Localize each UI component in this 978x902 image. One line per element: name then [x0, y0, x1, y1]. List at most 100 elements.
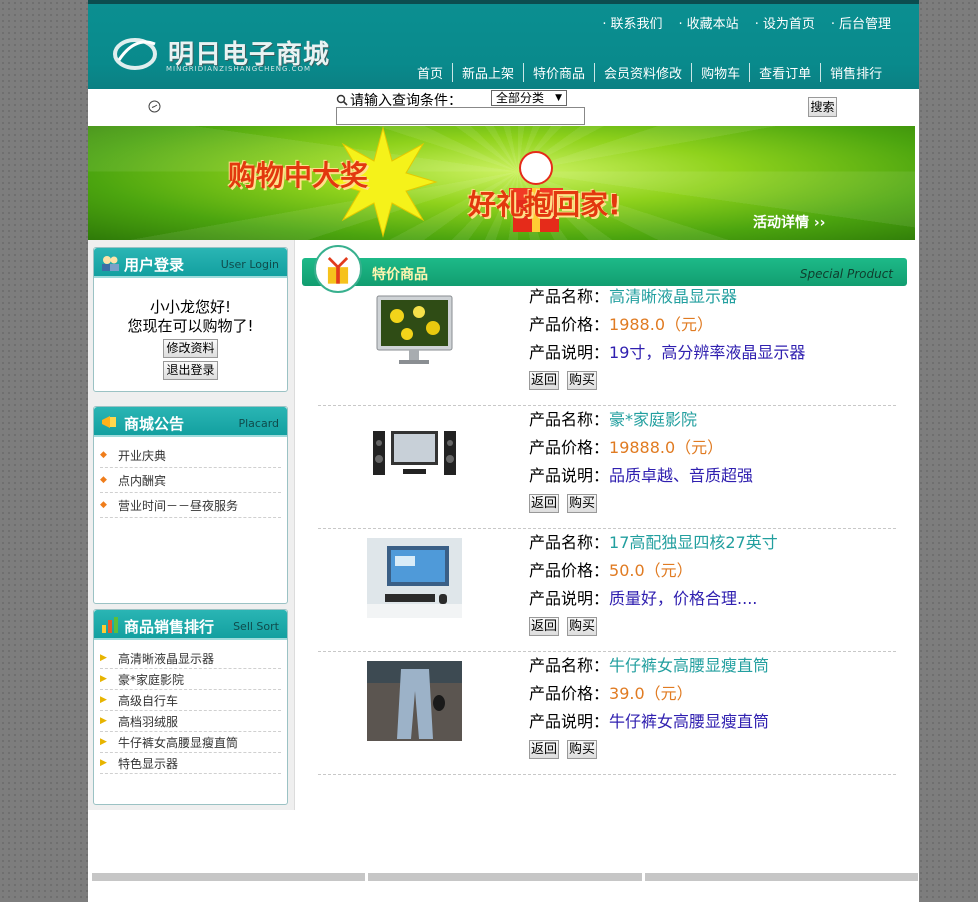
ranking-item-label: 特色显示器 — [118, 756, 179, 771]
page: 明日电子商城 MINGRIDIANZISHANGCHENG.COM 联系我们 收… — [88, 0, 919, 902]
product-actions: 返回 购买 — [529, 740, 598, 759]
search-input[interactable] — [336, 107, 585, 125]
buy-button[interactable]: 购买 — [567, 617, 598, 636]
link-set-homepage[interactable]: 设为首页 — [755, 13, 815, 32]
ranking-item[interactable]: ▶ 特色显示器 — [100, 753, 281, 774]
notice-item[interactable]: ◆ 营业时间－－昼夜服务 — [100, 493, 281, 518]
product-price-label: 产品价格： — [529, 315, 610, 334]
banner-subheadline: 好礼抱回家! — [468, 188, 621, 221]
ranking-title: 商品销售排行 — [124, 618, 215, 636]
nav-orders[interactable]: 查看订单 — [749, 63, 820, 82]
notice-panel-header: 商城公告 Placard — [94, 407, 287, 437]
main-nav: 首页 新品上架 特价商品 会员资料修改 购物车 查看订单 销售排行 — [408, 63, 891, 82]
nav-home[interactable]: 首页 — [408, 63, 452, 82]
footer-segment — [92, 873, 366, 881]
ranking-item[interactable]: ▶ 高档羽绒服 — [100, 711, 281, 732]
search-bar: 请输入查询条件： 全部分类 ▼ 搜索 — [88, 89, 919, 126]
product-item: 产品名称：17高配独显四核27英寸 产品价格：50.0（元） 产品说明：质量好，… — [318, 529, 896, 652]
banner-headline: 购物中大奖 — [228, 159, 369, 192]
ranking-panel: 商品销售排行 Sell Sort ▶ 高清晰液晶显示器 ▶ 豪*家庭影院 ▶ 高级自行… — [93, 609, 288, 805]
product-desc: 19寸，高分辨率液晶显示器 — [609, 343, 806, 362]
link-bookmark[interactable]: 收藏本站 — [679, 13, 739, 32]
back-button[interactable]: 返回 — [529, 371, 560, 390]
bullet-icon: ◆ — [100, 475, 107, 485]
buy-button[interactable]: 购买 — [567, 740, 598, 759]
back-button[interactable]: 返回 — [529, 494, 560, 513]
category-select[interactable]: 全部分类 ▼ — [491, 90, 567, 106]
ranking-item[interactable]: ▶ 高清晰液晶显示器 — [100, 648, 281, 669]
notice-item-label: 点内酬宾 — [118, 473, 167, 488]
notice-item[interactable]: ◆ 开业庆典 — [100, 443, 281, 468]
arrow-right-icon: ▶ — [100, 695, 107, 705]
arrow-right-icon: ▶ — [100, 674, 107, 684]
back-button[interactable]: 返回 — [529, 740, 560, 759]
product-actions: 返回 购买 — [529, 371, 598, 390]
logout-button[interactable]: 退出登录 — [163, 361, 218, 380]
jeans-image — [367, 661, 462, 741]
product-name-label: 产品名称： — [529, 287, 610, 306]
promo-banner[interactable]: 购物中大奖 好礼抱回家! 活动详情 ›› — [88, 126, 915, 240]
product-name[interactable]: 牛仔裤女高腰显瘦直筒 — [609, 656, 769, 675]
product-name[interactable]: 豪*家庭影院 — [609, 410, 697, 429]
ranking-panel-header: 商品销售排行 Sell Sort — [94, 610, 287, 640]
logo-subtext: MINGRIDIANZISHANGCHENG.COM — [166, 65, 312, 73]
search-icon — [336, 94, 348, 106]
notice-item-label: 营业时间－－昼夜服务 — [118, 498, 239, 513]
product-price-label: 产品价格： — [529, 438, 610, 457]
link-contact[interactable]: 联系我们 — [602, 13, 663, 32]
ranking-item-label: 高清晰液晶显示器 — [118, 651, 215, 666]
product-name[interactable]: 高清晰液晶显示器 — [609, 287, 737, 306]
product-item: 产品名称：豪*家庭影院 产品价格：19888.0（元） 产品说明：品质卓越、音质… — [318, 406, 896, 529]
computer-image — [367, 538, 462, 618]
monitor-image — [376, 295, 453, 364]
product-desc: 质量好，价格合理.... — [609, 589, 758, 608]
ranking-item[interactable]: ▶ 豪*家庭影院 — [100, 669, 281, 690]
special-subtitle: Special Product — [799, 267, 893, 281]
ranking-item[interactable]: ▶ 高级自行车 — [100, 690, 281, 711]
users-icon — [102, 256, 119, 271]
edit-profile-button[interactable]: 修改资料 — [163, 339, 218, 358]
ranking-item-label: 牛仔裤女高腰显瘦直筒 — [118, 735, 239, 750]
product-name-label: 产品名称： — [529, 656, 610, 675]
login-panel-header: 用户登录 User Login — [94, 248, 287, 278]
top-links: 联系我们 收藏本站 设为首页 后台管理 — [602, 13, 891, 32]
header: 明日电子商城 MINGRIDIANZISHANGCHENG.COM 联系我们 收… — [88, 0, 919, 89]
notice-subtitle: Placard — [238, 417, 279, 430]
back-button[interactable]: 返回 — [529, 617, 560, 636]
footer-segment — [368, 873, 642, 881]
product-price: 19888.0（元） — [609, 438, 724, 457]
notice-item[interactable]: ◆ 点内酬宾 — [100, 468, 281, 493]
product-actions: 返回 购买 — [529, 617, 598, 636]
bullet-icon: ◆ — [100, 500, 107, 510]
ranking-subtitle: Sell Sort — [233, 620, 279, 633]
special-header: 特价商品 Special Product — [302, 245, 907, 293]
banner-detail-link[interactable]: 活动详情 ›› — [753, 212, 825, 232]
product-price: 50.0（元） — [609, 561, 693, 580]
product-price-label: 产品价格： — [529, 561, 610, 580]
product-name-label: 产品名称： — [529, 410, 610, 429]
nav-sales-ranking[interactable]: 销售排行 — [820, 63, 891, 82]
login-panel: 用户登录 User Login 小小龙您好! 您现在可以购物了! 修改资料 退出… — [93, 247, 288, 392]
clock-icon — [148, 100, 161, 113]
product-desc: 牛仔裤女高腰显瘦直筒 — [609, 712, 770, 731]
product-info: 产品名称：高清晰液晶显示器 产品价格：1988.0（元） 产品说明：19寸，高分… — [529, 283, 805, 367]
login-message: 您现在可以购物了! — [127, 317, 254, 335]
ranking-item-label: 高档羽绒服 — [118, 714, 179, 729]
ranking-item-label: 豪*家庭影院 — [118, 672, 185, 687]
login-greeting: 小小龙您好! — [149, 298, 231, 316]
buy-button[interactable]: 购买 — [567, 494, 598, 513]
product-price: 39.0（元） — [609, 684, 693, 703]
nav-new-products[interactable]: 新品上架 — [452, 63, 523, 82]
nav-special-products[interactable]: 特价商品 — [523, 63, 594, 82]
nav-member-edit[interactable]: 会员资料修改 — [594, 63, 691, 82]
footer-bar — [92, 873, 918, 881]
nav-cart[interactable]: 购物车 — [691, 63, 749, 82]
buy-button[interactable]: 购买 — [567, 371, 598, 390]
search-button[interactable]: 搜索 — [808, 97, 837, 117]
ranking-item[interactable]: ▶ 牛仔裤女高腰显瘦直筒 — [100, 732, 281, 753]
product-info: 产品名称：17高配独显四核27英寸 产品价格：50.0（元） 产品说明：质量好，… — [529, 529, 778, 613]
product-item: 产品名称：牛仔裤女高腰显瘦直筒 产品价格：39.0（元） 产品说明：牛仔裤女高腰… — [318, 652, 896, 775]
product-name[interactable]: 17高配独显四核27英寸 — [609, 533, 778, 552]
link-admin[interactable]: 后台管理 — [831, 13, 891, 32]
product-desc-label: 产品说明： — [529, 466, 610, 485]
